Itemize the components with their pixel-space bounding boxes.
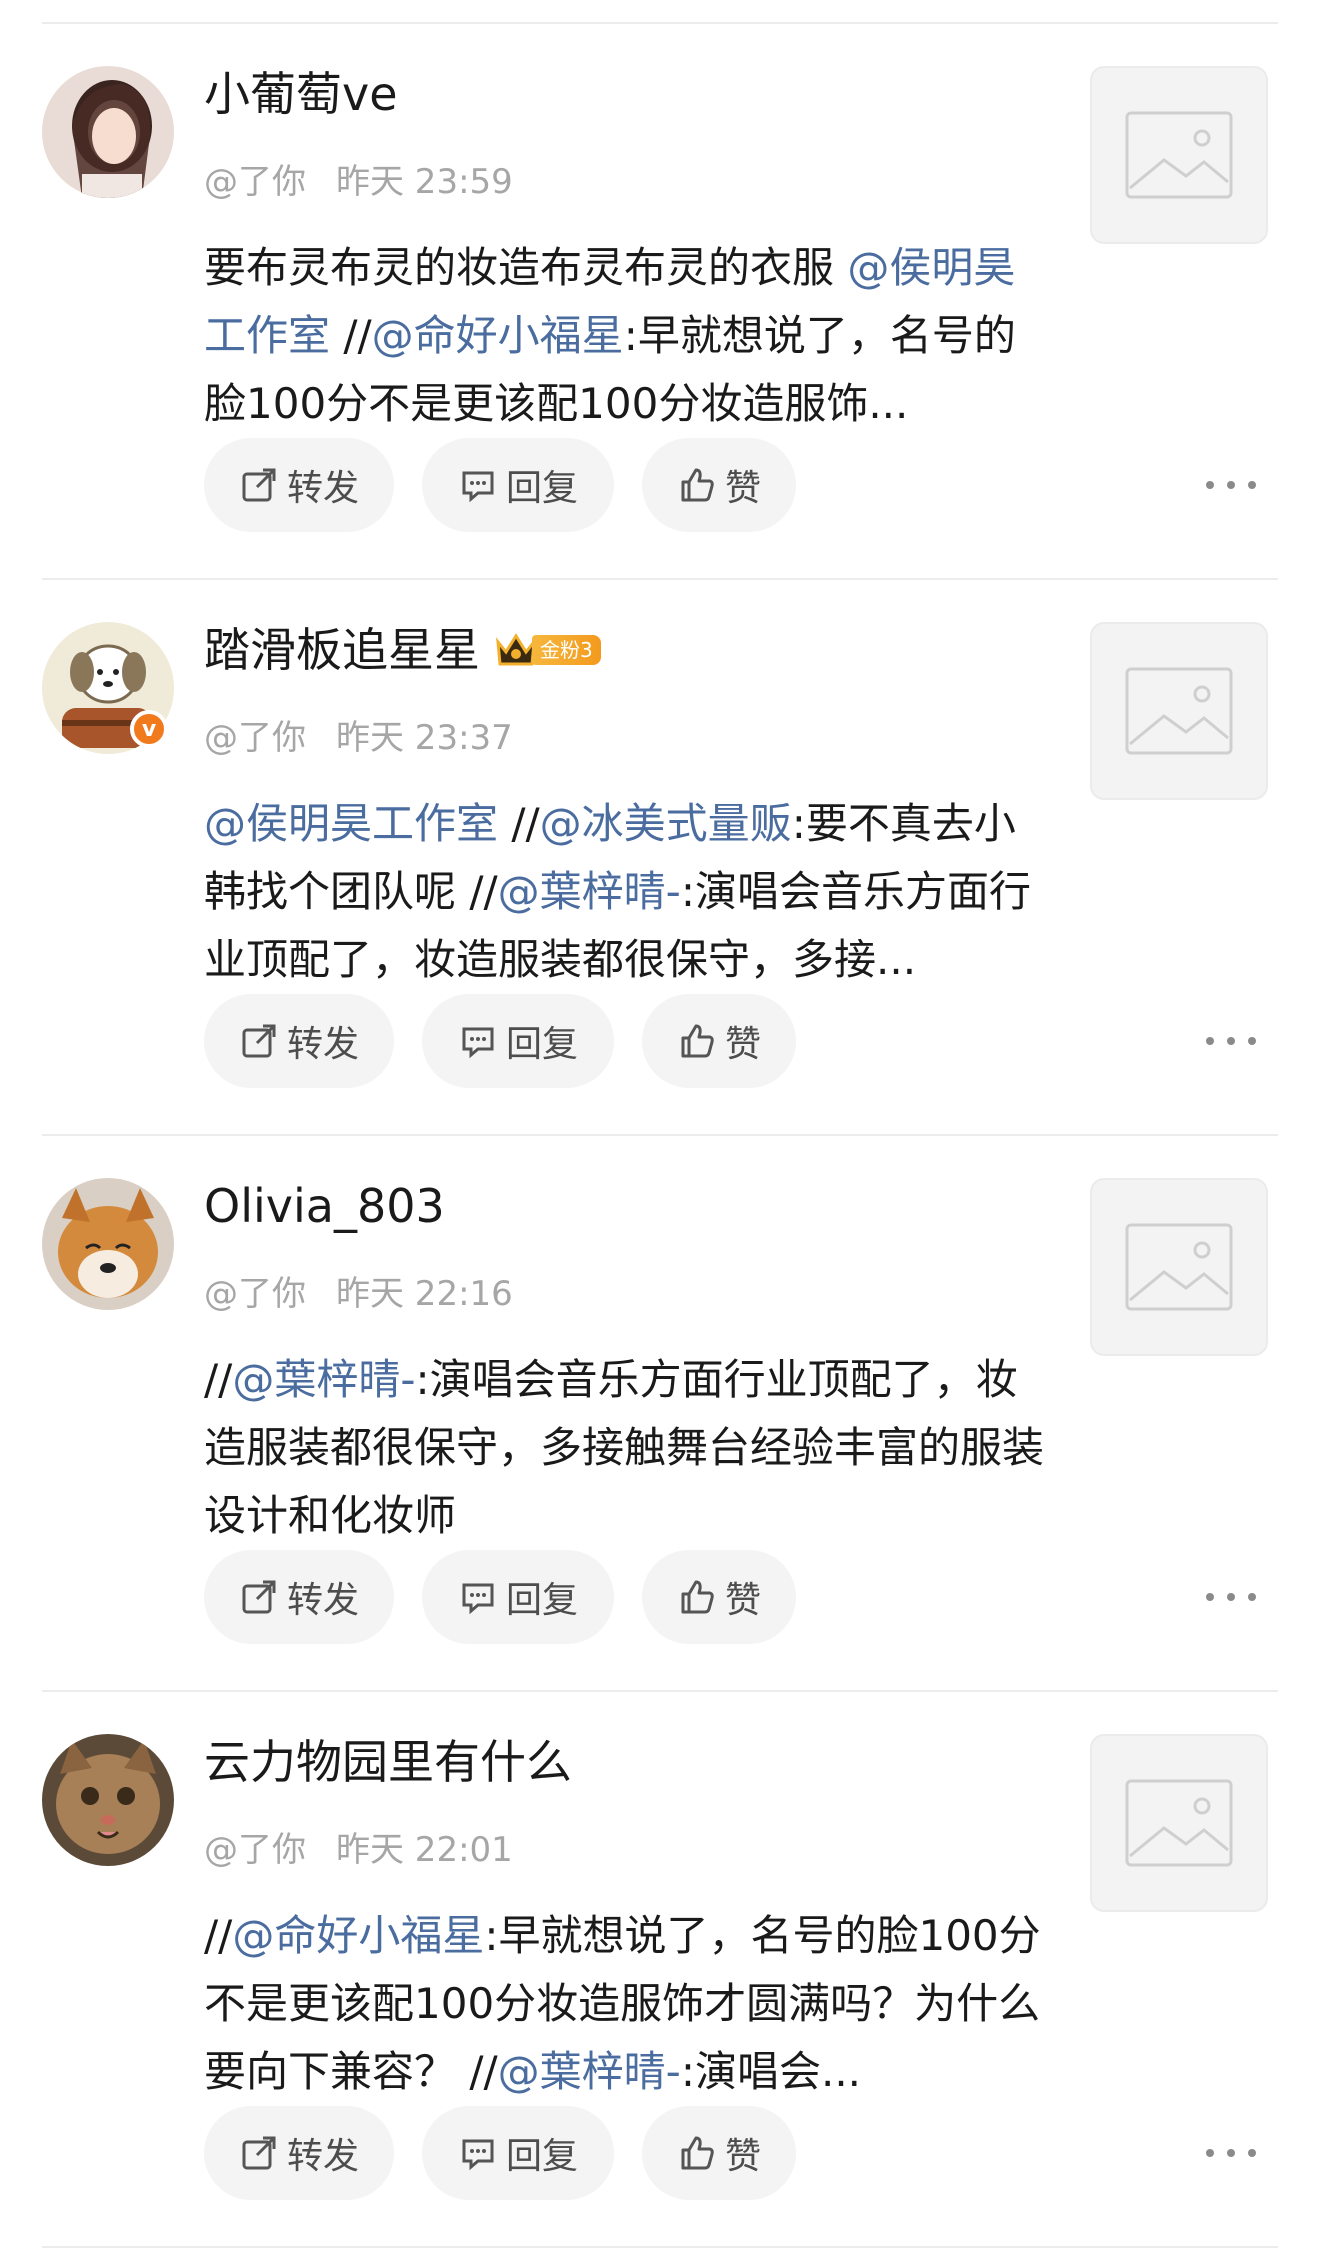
reply-button[interactable]: 回复 bbox=[422, 1550, 614, 1644]
reply-icon bbox=[462, 471, 494, 503]
reply-button[interactable]: 回复 bbox=[422, 438, 614, 532]
comment-text: 要布灵布灵的妆造布灵布灵的衣服 @侯明昊工作室 //@命好小福星:早就想说了，名… bbox=[204, 234, 1044, 438]
user-mention-link[interactable]: @命好小福星 bbox=[232, 1911, 484, 1960]
thumbs-up-icon bbox=[681, 1580, 714, 1614]
user-name[interactable]: 云力物园里有什么 bbox=[204, 1732, 572, 1792]
comment-text: //@命好小福星:早就想说了，名号的脸100分不是更该配100分妆造服饰才圆满吗… bbox=[204, 1902, 1044, 2106]
mention-tag: @了你 bbox=[204, 1274, 306, 1314]
comment-text: @侯明昊工作室 //@冰美式量贩:要不真去小韩找个团队呢 //@葉梓晴-:演唱会… bbox=[204, 790, 1044, 994]
repost-button[interactable]: 转发 bbox=[204, 994, 394, 1088]
action-bar: 转发 回复 赞 bbox=[204, 994, 824, 1088]
image-placeholder-icon bbox=[1125, 111, 1233, 199]
user-name[interactable]: Olivia_803 bbox=[204, 1176, 445, 1236]
like-button[interactable]: 赞 bbox=[642, 994, 796, 1088]
user-name[interactable]: 小葡萄ve bbox=[204, 64, 398, 124]
comment-text-segment: // bbox=[498, 799, 540, 848]
like-button[interactable]: 赞 bbox=[642, 2106, 796, 2200]
mention-tag: @了你 bbox=[204, 1830, 306, 1870]
reply-icon bbox=[462, 1027, 494, 1059]
comment-text-segment: 要布灵布灵的妆造布灵布灵的衣服 bbox=[204, 243, 848, 292]
thumbs-up-icon bbox=[681, 1024, 714, 1058]
action-bar: 转发 回复 赞 bbox=[204, 438, 824, 532]
image-placeholder-icon bbox=[1125, 1779, 1233, 1867]
user-mention-link[interactable]: @命好小福星 bbox=[372, 311, 624, 360]
repost-button[interactable]: 转发 bbox=[204, 1550, 394, 1644]
user-mention-link[interactable]: @冰美式量贩 bbox=[540, 799, 792, 848]
comment-meta: @了你 昨天 22:01 bbox=[204, 1828, 513, 1872]
like-button[interactable]: 赞 bbox=[642, 438, 796, 532]
reply-button[interactable]: 回复 bbox=[422, 994, 614, 1088]
more-options-icon[interactable] bbox=[1206, 470, 1256, 500]
comment-text-segment: // bbox=[204, 1911, 233, 1960]
user-mention-link[interactable]: @侯明昊工作室 bbox=[204, 799, 498, 848]
image-placeholder-icon bbox=[1125, 667, 1233, 755]
timestamp: 昨天 23:59 bbox=[336, 162, 513, 202]
action-bar: 转发 回复 赞 bbox=[204, 1550, 824, 1644]
avatar[interactable] bbox=[42, 66, 174, 198]
reply-button[interactable]: 回复 bbox=[422, 2106, 614, 2200]
comment-meta: @了你 昨天 23:37 bbox=[204, 716, 513, 760]
more-options-icon[interactable] bbox=[1206, 2138, 1256, 2168]
comment-text-segment: :演唱会... bbox=[680, 2047, 862, 2096]
image-placeholder-icon bbox=[1125, 1223, 1233, 1311]
user-mention-link[interactable]: @葉梓晴- bbox=[498, 2047, 681, 2096]
thumbs-up-icon bbox=[681, 2136, 714, 2170]
user-name[interactable]: 踏滑板追星星 金粉3 bbox=[204, 620, 601, 680]
mention-tag: @了你 bbox=[204, 718, 306, 758]
user-mention-link[interactable]: @葉梓晴- bbox=[232, 1355, 415, 1404]
verified-badge: v bbox=[130, 710, 168, 748]
image-thumbnail[interactable] bbox=[1090, 66, 1268, 244]
avatar[interactable] bbox=[42, 1734, 174, 1866]
reply-icon bbox=[462, 1583, 494, 1615]
comment-text: //@葉梓晴-:演唱会音乐方面行业顶配了，妆造服装都很保守，多接触舞台经验丰富的… bbox=[204, 1346, 1044, 1550]
user-mention-link[interactable]: @葉梓晴- bbox=[498, 867, 681, 916]
repost-icon bbox=[242, 468, 276, 502]
like-button[interactable]: 赞 bbox=[642, 1550, 796, 1644]
image-thumbnail[interactable] bbox=[1090, 1734, 1268, 1912]
comment-item[interactable]: Olivia_803 @了你 昨天 22:16 //@葉梓晴-:演唱会音乐方面行业… bbox=[0, 1136, 1320, 1690]
timestamp: 昨天 22:01 bbox=[336, 1830, 513, 1870]
repost-button[interactable]: 转发 bbox=[204, 438, 394, 532]
more-options-icon[interactable] bbox=[1206, 1026, 1256, 1056]
divider bbox=[42, 2246, 1278, 2248]
fan-level-badge: 金粉3 bbox=[494, 630, 601, 670]
comment-text-segment: // bbox=[204, 1355, 233, 1404]
mention-tag: @了你 bbox=[204, 162, 306, 202]
avatar[interactable] bbox=[42, 1178, 174, 1310]
comment-item[interactable]: v 踏滑板追星星 金粉3 @了你 昨天 23:37 @侯明昊工作室 //@冰美式量… bbox=[0, 580, 1320, 1134]
repost-icon bbox=[242, 2136, 276, 2170]
timestamp: 昨天 23:37 bbox=[336, 718, 513, 758]
comment-meta: @了你 昨天 23:59 bbox=[204, 160, 513, 204]
comment-item[interactable]: 云力物园里有什么 @了你 昨天 22:01 //@命好小福星:早就想说了，名号的脸… bbox=[0, 1692, 1320, 2246]
thumbs-up-icon bbox=[681, 468, 714, 502]
comment-meta: @了你 昨天 22:16 bbox=[204, 1272, 513, 1316]
repost-button[interactable]: 转发 bbox=[204, 2106, 394, 2200]
more-options-icon[interactable] bbox=[1206, 1582, 1256, 1612]
reply-icon bbox=[462, 2139, 494, 2171]
repost-icon bbox=[242, 1580, 276, 1614]
action-bar: 转发 回复 赞 bbox=[204, 2106, 824, 2200]
repost-icon bbox=[242, 1024, 276, 1058]
comment-item[interactable]: 小葡萄ve @了你 昨天 23:59 要布灵布灵的妆造布灵布灵的衣服 @侯明昊工作… bbox=[0, 24, 1320, 578]
comment-text-segment: // bbox=[330, 311, 372, 360]
image-thumbnail[interactable] bbox=[1090, 622, 1268, 800]
timestamp: 昨天 22:16 bbox=[336, 1274, 513, 1314]
image-thumbnail[interactable] bbox=[1090, 1178, 1268, 1356]
